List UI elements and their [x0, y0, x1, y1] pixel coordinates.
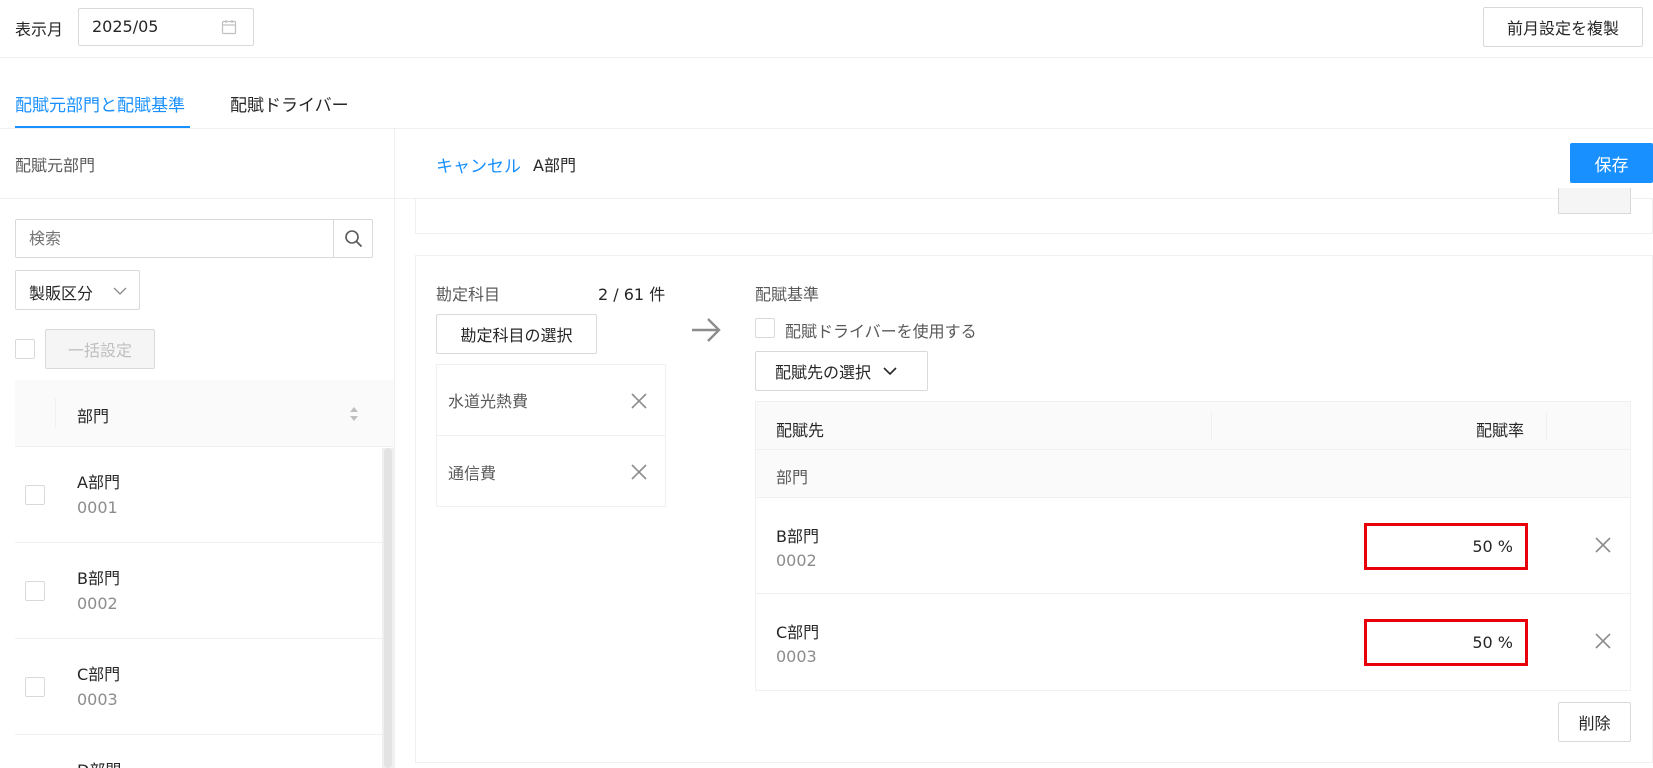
account-name: 水道光熱費	[448, 392, 529, 411]
search-button[interactable]	[333, 219, 373, 258]
delete-button[interactable]: 削除	[1558, 702, 1631, 742]
dept-code: 0001	[77, 498, 118, 517]
select-value: 製販区分	[29, 284, 94, 303]
sort-icon[interactable]	[349, 406, 359, 422]
row-checkbox[interactable]	[25, 677, 45, 697]
close-icon[interactable]	[1594, 632, 1612, 650]
table-header: 部門	[15, 380, 394, 447]
current-dept-title: A部門	[533, 156, 576, 175]
chevron-down-icon	[113, 286, 127, 296]
target-code: 0002	[776, 551, 817, 570]
row-checkbox[interactable]	[25, 485, 45, 505]
table-row[interactable]: D部門	[15, 735, 382, 768]
group-label: 部門	[776, 468, 809, 487]
scrollbar-thumb[interactable]	[384, 448, 392, 768]
close-icon[interactable]	[1594, 536, 1612, 554]
close-icon[interactable]	[630, 463, 648, 481]
account-name: 通信費	[448, 463, 497, 483]
top-bar: 表示月 2025/05 前月設定を複製	[0, 0, 1653, 58]
table-row: C部門 0003 50 %	[756, 594, 1630, 690]
select-target-button[interactable]: 配賦先の選択	[755, 351, 928, 391]
arrow-right-icon	[690, 316, 722, 344]
close-icon[interactable]	[630, 392, 648, 410]
left-panel-title: 配賦元部門	[15, 156, 96, 175]
dept-name: B部門	[77, 569, 120, 588]
search-input[interactable]	[15, 219, 335, 258]
copy-previous-month-button[interactable]: 前月設定を複製	[1483, 7, 1643, 47]
divider	[0, 198, 394, 199]
use-driver-checkbox[interactable]	[755, 318, 775, 338]
column-divider	[55, 398, 56, 428]
allocation-table-header: 配賦先 配賦率	[756, 402, 1630, 450]
target-code: 0003	[776, 647, 817, 666]
table-row[interactable]: C部門 0003	[15, 639, 382, 735]
column-divider	[1211, 412, 1212, 440]
cancel-link[interactable]: キャンセル	[436, 152, 521, 177]
month-value: 2025/05	[92, 17, 159, 36]
account-list: 水道光熱費 通信費	[436, 364, 666, 507]
sales-category-select[interactable]: 製販区分	[15, 270, 140, 310]
allocation-rate-input[interactable]: 50 %	[1364, 619, 1528, 666]
select-all-checkbox[interactable]	[15, 339, 35, 359]
month-picker[interactable]: 2025/05	[78, 8, 254, 46]
dept-name: C部門	[77, 665, 121, 684]
dept-name: D部門	[77, 757, 121, 768]
select-target-label: 配賦先の選択	[775, 363, 872, 382]
table-row[interactable]: A部門 0001	[15, 447, 382, 543]
column-divider	[1546, 412, 1547, 440]
target-name: C部門	[776, 623, 820, 642]
dept-name: A部門	[77, 473, 120, 492]
previous-card	[415, 198, 1653, 234]
dept-code: 0003	[77, 690, 118, 709]
list-item: 水道光熱費	[437, 365, 665, 436]
allocation-label: 配賦基準	[755, 285, 820, 304]
list-item: 通信費	[437, 436, 665, 507]
use-driver-label: 配賦ドライバーを使用する	[785, 322, 977, 341]
month-label: 表示月	[15, 20, 64, 39]
target-name: B部門	[776, 527, 819, 546]
chevron-down-icon	[883, 366, 897, 376]
column-header-target: 配賦先	[776, 421, 825, 440]
allocation-rate-input[interactable]: 50 %	[1364, 523, 1528, 570]
tab-bar: 配賦元部門と配賦基準 配賦ドライバー	[0, 58, 1653, 129]
calendar-icon	[221, 19, 237, 35]
active-tab-indicator	[15, 126, 190, 128]
select-account-button[interactable]: 勘定科目の選択	[436, 314, 597, 354]
divider	[394, 129, 395, 768]
account-count: 2 / 61 件	[598, 285, 666, 304]
row-checkbox[interactable]	[25, 581, 45, 601]
dept-code: 0002	[77, 594, 118, 613]
card-button-partial[interactable]	[1558, 188, 1631, 214]
group-row: 部門	[756, 450, 1630, 498]
table-row[interactable]: B部門 0002	[15, 543, 382, 639]
tab-allocation-driver[interactable]: 配賦ドライバー	[230, 91, 349, 116]
column-header-rate: 配賦率	[1476, 421, 1525, 440]
tab-source-dept[interactable]: 配賦元部門と配賦基準	[15, 91, 185, 116]
search-icon	[344, 229, 363, 248]
table-row: B部門 0002 50 %	[756, 498, 1630, 594]
bulk-setting-button[interactable]: 一括設定	[45, 329, 155, 369]
save-button[interactable]: 保存	[1570, 143, 1653, 183]
column-header-dept[interactable]: 部門	[77, 403, 109, 427]
account-label: 勘定科目	[436, 285, 501, 304]
